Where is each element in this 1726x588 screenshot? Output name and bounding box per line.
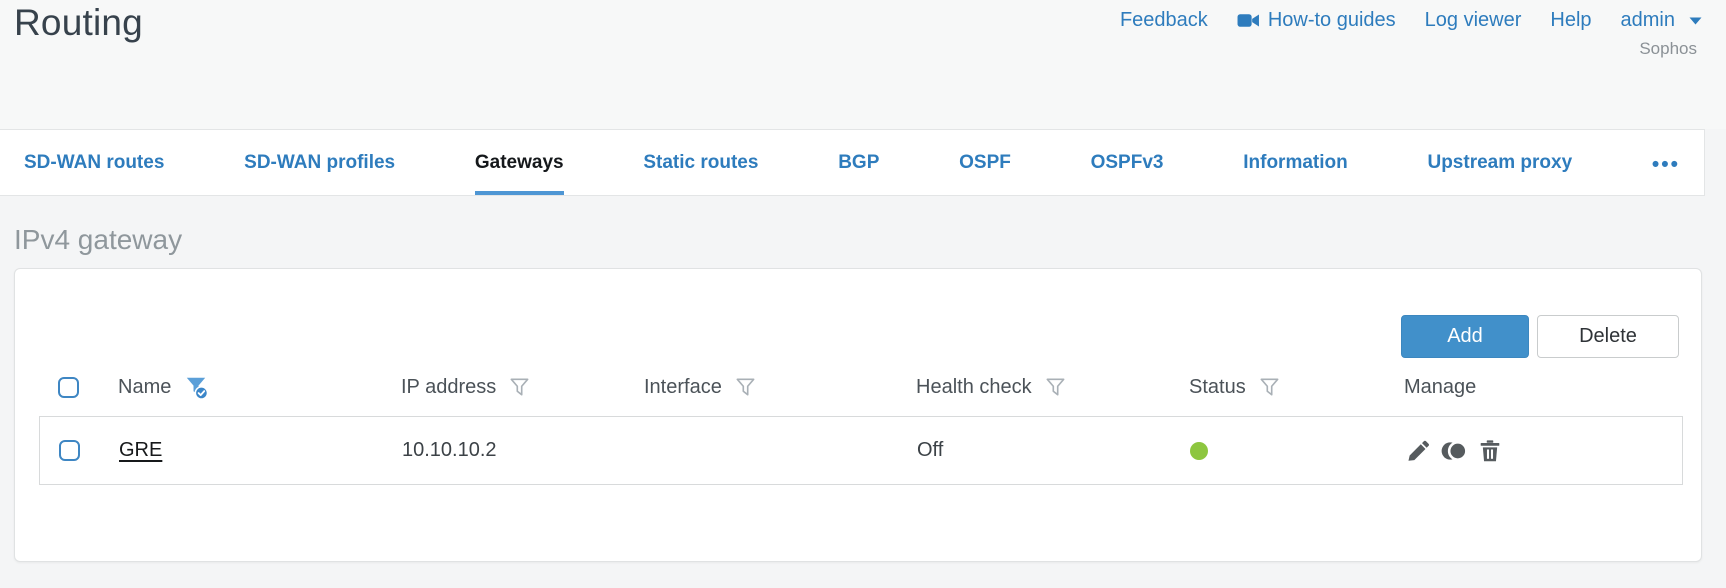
status-up-indicator	[1190, 441, 1208, 460]
gateway-ip-address: 10.10.10.2	[402, 439, 497, 461]
column-header-health-check: Health check	[916, 375, 1032, 398]
column-header-interface: Interface	[644, 375, 722, 398]
name-filter-active-icon[interactable]	[183, 374, 209, 400]
page-title: Routing	[14, 2, 143, 43]
gateway-name-link[interactable]: GRE	[119, 439, 162, 462]
delete-icon[interactable]	[1477, 438, 1503, 464]
row-checkbox[interactable]	[59, 440, 80, 461]
clone-icon[interactable]	[1440, 438, 1468, 464]
chevron-down-icon	[1689, 17, 1702, 25]
howto-guides-link[interactable]: How-to guides	[1237, 9, 1396, 32]
ip-address-filter-icon[interactable]	[508, 376, 531, 399]
ipv4-gateway-card: Add Delete Name IP address Interface Hea…	[14, 268, 1702, 562]
gateway-health-check: Off	[917, 439, 944, 461]
tab-sd-wan-routes[interactable]: SD-WAN routes	[24, 130, 164, 195]
tab-ospf[interactable]: OSPF	[959, 130, 1011, 195]
edit-icon[interactable]	[1405, 438, 1431, 464]
log-viewer-link[interactable]: Log viewer	[1425, 9, 1522, 32]
tab-static-routes[interactable]: Static routes	[643, 130, 758, 195]
feedback-link[interactable]: Feedback	[1120, 9, 1208, 32]
top-nav: Feedback How-to guides Log viewer Help a…	[1120, 9, 1702, 32]
help-link[interactable]: Help	[1550, 9, 1591, 32]
content-area: IPv4 gateway Add Delete Name IP address …	[0, 196, 1726, 588]
tab-ospfv3[interactable]: OSPFv3	[1091, 130, 1164, 195]
column-header-name: Name	[118, 375, 172, 398]
tab-upstream-proxy[interactable]: Upstream proxy	[1427, 130, 1572, 195]
table-header-row: Name IP address Interface Health check S…	[39, 365, 1683, 409]
select-all-checkbox[interactable]	[58, 376, 79, 398]
add-button[interactable]: Add	[1401, 315, 1529, 358]
routing-tabbar: SD-WAN routes SD-WAN profiles Gateways S…	[0, 129, 1705, 196]
health-check-filter-icon[interactable]	[1044, 376, 1067, 399]
delete-button[interactable]: Delete	[1537, 315, 1679, 358]
tab-sd-wan-profiles[interactable]: SD-WAN profiles	[244, 130, 395, 195]
tabs-overflow-icon[interactable]: •••	[1652, 130, 1680, 195]
column-header-status: Status	[1189, 375, 1246, 398]
table-toolbar: Add Delete	[1401, 315, 1679, 358]
column-header-manage: Manage	[1404, 375, 1477, 398]
table-row: GRE 10.10.10.2 Off	[39, 416, 1683, 485]
interface-filter-icon[interactable]	[734, 376, 757, 399]
status-filter-icon[interactable]	[1258, 376, 1281, 399]
tab-information[interactable]: Information	[1243, 130, 1348, 195]
tab-gateways[interactable]: Gateways	[474, 130, 564, 195]
tab-bgp[interactable]: BGP	[838, 130, 879, 195]
user-menu[interactable]: admin	[1621, 9, 1702, 32]
video-camera-icon	[1237, 12, 1260, 29]
page-header: Routing Feedback How-to guides Log viewe…	[0, 0, 1726, 129]
account-name: Sophos	[1639, 39, 1697, 58]
column-header-ip-address: IP address	[401, 375, 497, 398]
section-title: IPv4 gateway	[14, 224, 183, 255]
